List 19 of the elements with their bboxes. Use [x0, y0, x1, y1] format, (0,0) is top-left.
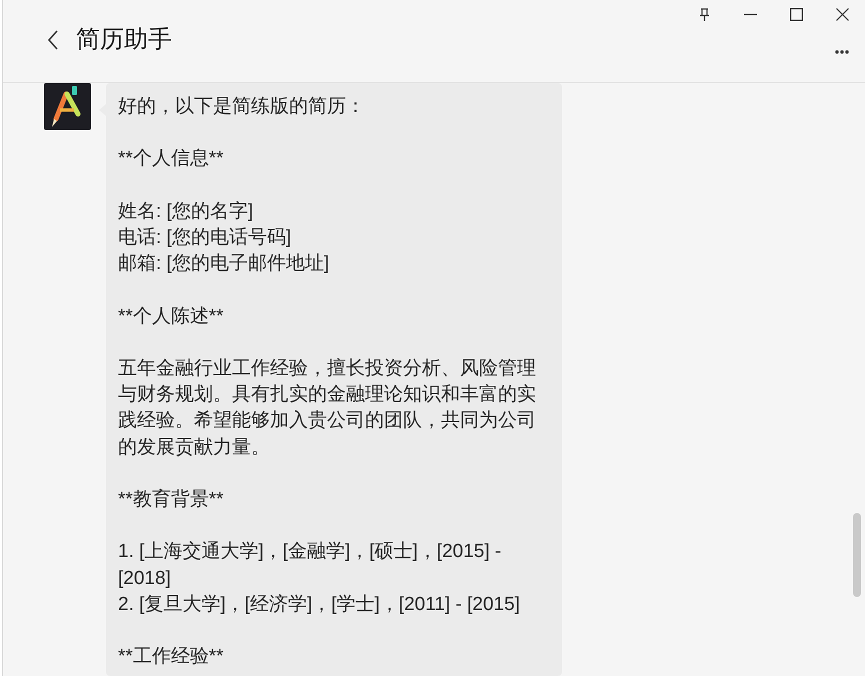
- message-text: **工作经验**: [118, 645, 225, 670]
- message-text: 邮箱: [您的电子邮件地址]: [118, 252, 330, 276]
- message-text: 姓名: [您的名字]: [118, 200, 254, 224]
- message-text: **个人信息**: [118, 147, 225, 172]
- more-icon[interactable]: [835, 50, 849, 54]
- pencil-logo-icon: [44, 83, 91, 130]
- message-text: 1. [上海交通大学]，[金融学]，[硕士]，[2015] - [2018]: [118, 540, 502, 591]
- message-text: 五年金融行业工作经验，擅长投资分析、风险管理与财务规划。具有扎实的金融理论知识和丰富的实践经验。希望能够加入贵公司的团队，共同为公司的发展贡献力量。: [118, 356, 537, 460]
- pin-icon[interactable]: [698, 8, 711, 21]
- close-icon[interactable]: [836, 8, 849, 21]
- maximize-icon[interactable]: [790, 8, 803, 21]
- message-text: **个人陈述**: [118, 304, 225, 329]
- window-title: 简历助手: [76, 26, 172, 54]
- scrollbar-thumb[interactable]: [853, 513, 861, 597]
- message-text: 2. [复旦大学]，[经济学]，[学士]，[2011] - [2015]: [118, 592, 521, 617]
- message-text: 好的，以下是简练版的简历：: [118, 95, 366, 119]
- back-icon[interactable]: [47, 30, 59, 50]
- message-text: **教育背景**: [118, 488, 225, 512]
- message-text: 电话: [您的电话号码]: [118, 226, 292, 250]
